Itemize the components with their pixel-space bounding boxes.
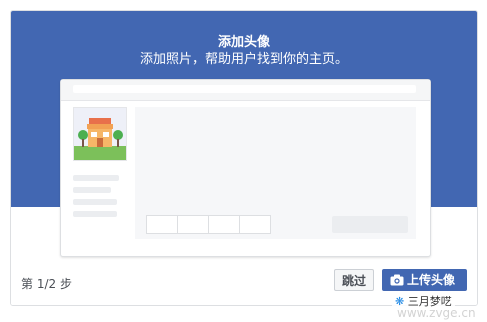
preview-sidebar-line: [73, 175, 119, 181]
preview-profile-photo: [73, 107, 127, 161]
preview-tab: [178, 216, 209, 233]
preview-action-button: [332, 216, 408, 233]
preview-tab: [209, 216, 240, 233]
dialog-subtitle: 添加照片，帮助用户找到你的主页。: [139, 52, 348, 67]
storefront-illustration: [74, 108, 126, 160]
step-indicator: 第 1/2 步: [21, 277, 72, 291]
preview-tab: [147, 216, 178, 233]
camera-icon: [390, 274, 404, 286]
upload-photo-button[interactable]: 上传头像: [382, 269, 467, 291]
preview-tab-row: [146, 215, 271, 234]
preview-sidebar-line: [73, 211, 117, 217]
preview-topbar: [61, 80, 430, 101]
page-preview-mockup: [60, 79, 431, 257]
preview-sidebar-line: [73, 199, 117, 205]
watermark-url: www.zvge.cn: [397, 306, 476, 320]
add-profile-photo-dialog: 添加头像 添加照片，帮助用户找到你的主页。 第 1/2 步 跳过 上传头像: [10, 10, 478, 306]
upload-photo-label: 上传头像: [407, 273, 456, 287]
preview-sidebar-line: [73, 187, 111, 193]
preview-address-bar: [73, 85, 416, 93]
skip-button[interactable]: 跳过: [334, 269, 375, 291]
preview-tab: [240, 216, 270, 233]
